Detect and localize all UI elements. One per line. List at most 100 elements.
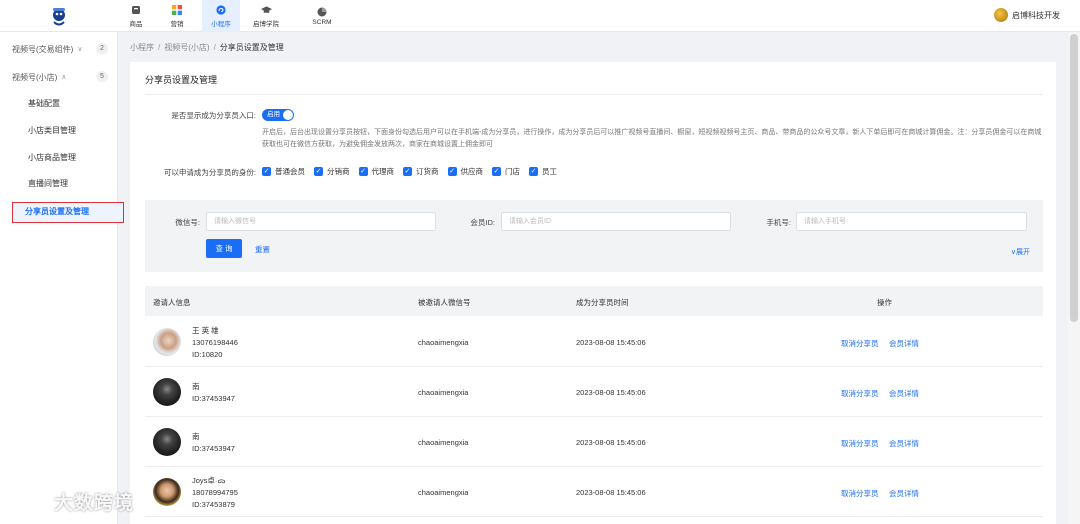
sidebar-group-channels-trade[interactable]: 视频号(交易组件) ∨ 2 [0,41,118,57]
watermark: 大数跨境 [8,488,134,515]
cancel-sharer-link[interactable]: 取消分享员 [841,338,879,349]
nav-label: 启博学院 [253,20,279,28]
invitee-wechat: chaoaimengxia [418,338,469,347]
sidebar-item-live-room[interactable]: 直播间管理 [14,174,110,194]
checkbox-label: 分销商 [327,167,350,176]
nav-label: SCRM [312,19,332,26]
phone-label: 手机号: [766,218,791,227]
search-filter-panel: 微信号: 请输入微信号 会员ID: 请输入会员ID 手机号: 请输入手机号 查 … [145,200,1043,272]
mini-program-icon [216,5,227,16]
sidebar-item-category[interactable]: 小店类目管理 [14,121,110,141]
cancel-sharer-link[interactable]: 取消分享员 [841,438,879,449]
pie-chart-icon [317,6,328,17]
graduation-cap-icon [260,5,272,16]
chevron-up-icon: ∧ [61,74,67,81]
nav-label: 小程序 [211,20,231,28]
member-detail-link[interactable]: 会员详情 [889,488,919,499]
checkbox-label: 订货商 [416,167,439,176]
vertical-scrollbar[interactable] [1068,32,1080,524]
company-account-menu[interactable]: 启博科技开发 [994,8,1060,22]
wechat-label: 微信号: [175,218,200,227]
identity-checkbox-staff[interactable]: ✓ 员工 [529,166,557,177]
breadcrumb-current: 分享员设置及管理 [219,43,284,52]
sidebar-group-count: 2 [96,43,108,54]
wechat-input[interactable]: 请输入微信号 [206,212,436,231]
identity-checkbox-agent[interactable]: ✓ 代理商 [358,166,395,177]
page-title: 分享员设置及管理 [145,75,218,85]
inviter-id: ID:37453947 [192,394,235,403]
identity-checkbox-distributor[interactable]: ✓ 分销商 [314,166,350,177]
member-detail-link[interactable]: 会员详情 [889,438,919,449]
checkbox-label: 供应商 [460,167,484,176]
sidebar-item-sharer-settings[interactable]: 分享员设置及管理 [12,202,124,223]
breadcrumb-item[interactable]: 小程序 [130,43,154,52]
cancel-sharer-link[interactable]: 取消分享员 [841,388,879,399]
checkmark-icon: ✓ [314,167,323,176]
checkbox-label: 普通会员 [275,167,305,176]
toggle-knob [283,110,293,120]
reset-button[interactable]: 重置 [255,244,270,255]
nav-label: 营销 [170,20,184,28]
column-header-inviter: 邀请人信息 [153,298,191,307]
main-card: 分享员设置及管理 是否显示成为分享员入口: 启用 开启后，后台出现设置分享员按钮… [130,62,1056,524]
divider [145,94,1043,95]
nav-goods[interactable]: 商品 [119,0,153,32]
sidebar-group-label: 视频号(小店) [12,72,58,82]
inviter-name: Joys卓·ᯅ [192,476,226,485]
identity-checkbox-store[interactable]: ✓ 门店 [492,166,520,177]
toggle-description: 开启后，后台出现设置分享员按钮，下面身份勾选后用户可以在手机端-成为分享员，进行… [262,129,1042,148]
table-header: 邀请人信息 被邀请人微信号 成为分享员时间 操作 [145,286,1043,316]
breadcrumb-item[interactable]: 视频号(小店) [164,43,209,52]
cancel-sharer-link[interactable]: 取消分享员 [841,488,879,499]
identity-checkbox-supplier[interactable]: ✓ 供应商 [447,166,484,177]
invitee-wechat: chaoaimengxia [418,438,469,447]
inviter-info: 南 ID:37453947 [192,381,235,405]
sharer-entry-toggle[interactable]: 启用 [262,109,294,121]
identity-checkbox-orderer[interactable]: ✓ 订货商 [403,166,439,177]
company-avatar [994,8,1008,22]
toggle-text: 启用 [267,111,280,118]
join-time: 2023-08-08 15:45:06 [576,488,646,497]
checkmark-icon: ✓ [492,167,501,176]
company-name: 启博科技开发 [1012,10,1060,20]
nav-label: 商品 [129,20,143,28]
table-row: 南 ID:37453947 chaoaimengxia 2023-08-08 1… [145,368,1043,417]
identity-checkbox-regular-member[interactable]: ✓ 普通会员 [262,166,305,177]
nav-marketing[interactable]: 营销 [160,0,194,32]
avatar [153,478,181,506]
nav-scrm[interactable]: SCRM [305,0,339,32]
inviter-id: ID:10820 [192,350,223,359]
invitee-wechat: chaoaimengxia [418,488,469,497]
table-row: 南 ID:37453947 chaoaimengxia 2023-08-08 1… [145,418,1043,467]
member-id-label: 会员ID: [470,218,495,227]
sidebar-item-products[interactable]: 小店商品管理 [14,148,110,168]
checkmark-icon: ✓ [403,167,412,176]
query-button[interactable]: 查 询 [206,239,242,258]
member-id-input[interactable]: 请输入会员ID [501,212,731,231]
inviter-info: 王 英 雄 13076198446 ID:10820 [192,325,238,361]
join-time: 2023-08-08 15:45:06 [576,438,646,447]
watermark-text: 大数跨境 [54,493,135,514]
phone-input[interactable]: 请输入手机号 [796,212,1027,231]
nav-academy[interactable]: 启博学院 [246,0,286,32]
inviter-phone: 13076198446 [192,338,238,347]
checkbox-label: 门店 [505,167,520,176]
join-time: 2023-08-08 15:45:06 [576,338,646,347]
sidebar-group-channels-shop[interactable]: 视频号(小店) ∧ 5 [0,69,118,85]
member-detail-link[interactable]: 会员详情 [889,338,919,349]
box-icon [131,5,142,16]
member-detail-link[interactable]: 会员详情 [889,388,919,399]
nav-mini-program[interactable]: 小程序 [202,0,240,32]
scrollbar-thumb[interactable] [1070,34,1078,322]
inviter-name: 南 [192,432,200,441]
app-logo-icon[interactable] [48,6,70,28]
grid-icon [172,5,183,16]
show-entry-label: 是否显示成为分享员入口: [171,111,256,120]
sidebar-item-basic-config[interactable]: 基础配置 [14,94,110,114]
identity-checkbox-group: ✓ 普通会员 ✓ 分销商 ✓ 代理商 ✓ 订货商 ✓ 供应商 ✓ 门店 ✓ 员工 [262,166,566,177]
expand-toggle[interactable]: ∨展开 [1011,247,1030,257]
checkmark-icon: ✓ [358,167,368,176]
checkmark-icon: ✓ [262,167,271,176]
checkbox-label: 代理商 [371,167,395,176]
table-row: 王 英 雄 13076198446 ID:10820 chaoaimengxia… [145,318,1043,367]
